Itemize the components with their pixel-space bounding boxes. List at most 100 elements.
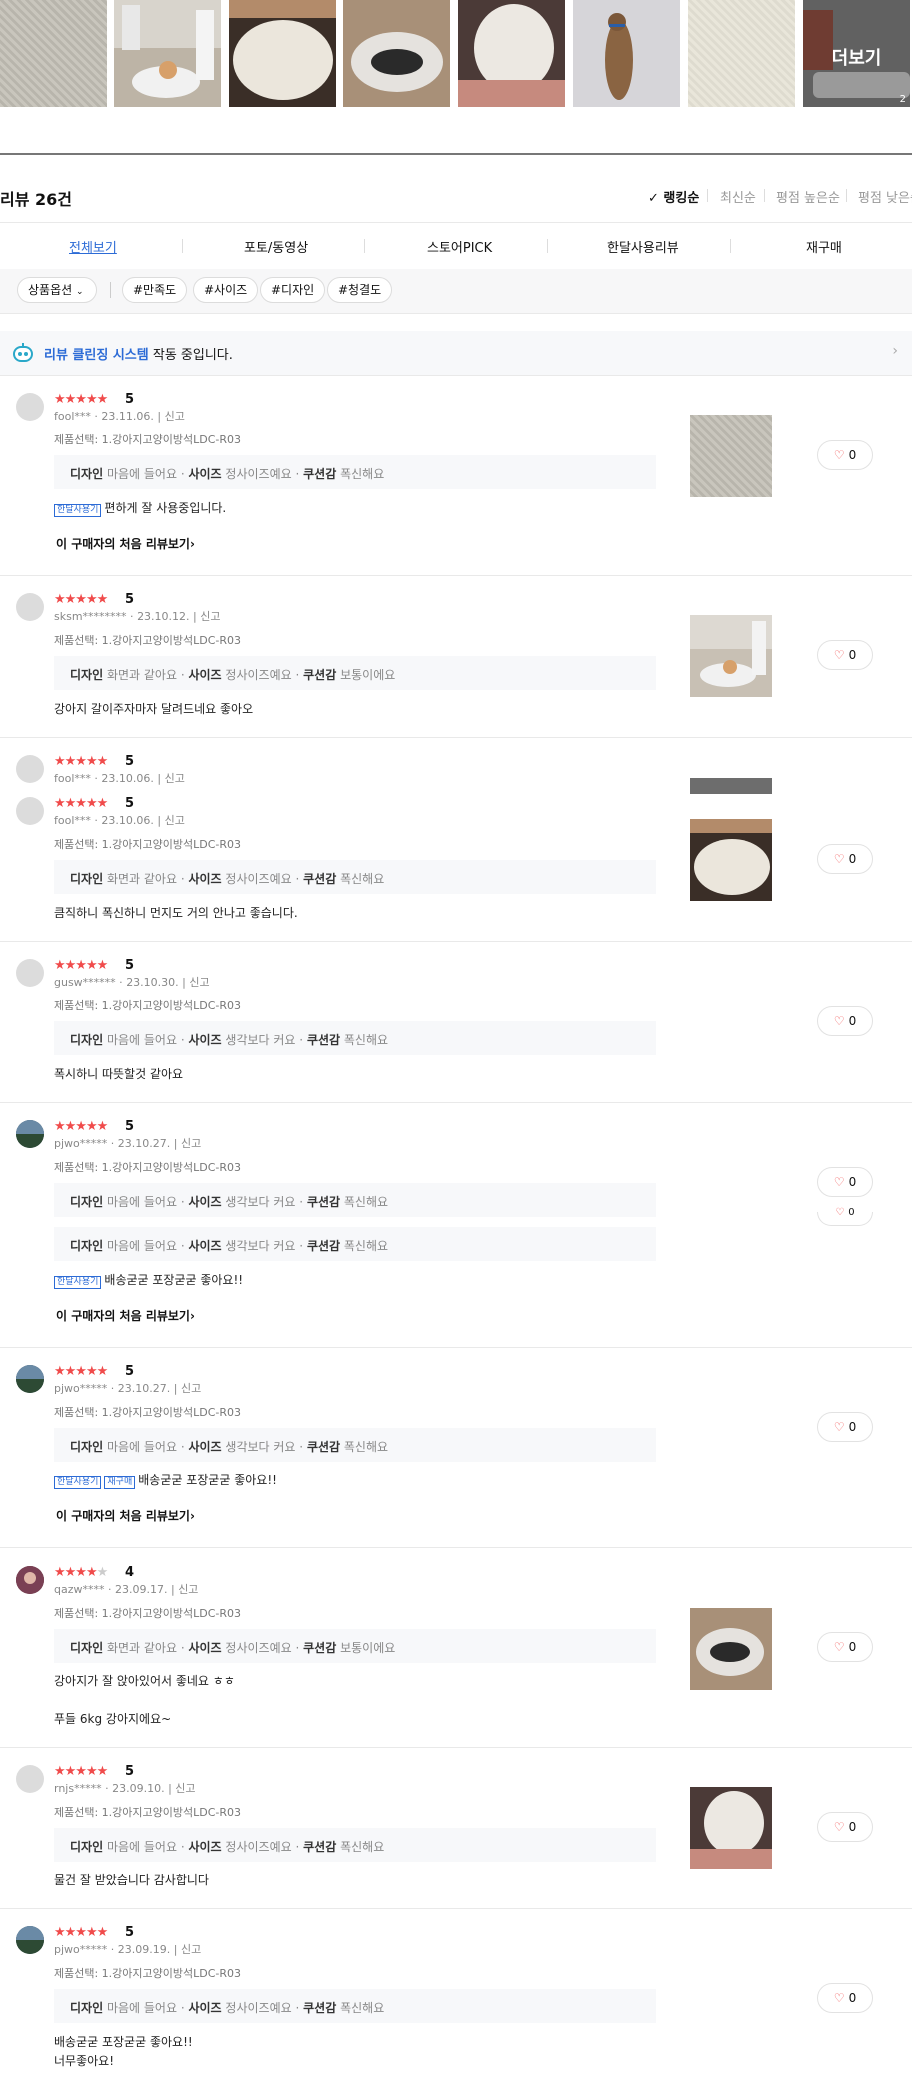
- badge-month-use: 한달사용기: [54, 504, 102, 517]
- tag-size[interactable]: #사이즈: [193, 277, 259, 303]
- rating-score: 5: [125, 1364, 135, 1379]
- review-photo-2[interactable]: [114, 0, 221, 107]
- reviewer-id: fool***: [54, 410, 91, 423]
- like-button[interactable]: ♡ 0: [817, 440, 873, 470]
- review-photo-7[interactable]: [688, 0, 795, 107]
- review-text: 강아지가 잘 앉아있어서 좋네요 ㅎㅎ: [54, 1674, 235, 1688]
- tag-design[interactable]: #디자인: [260, 277, 326, 303]
- report-link[interactable]: 신고: [189, 976, 209, 989]
- review-thumbnail[interactable]: [690, 1608, 772, 1690]
- like-button[interactable]: ♡ 0: [817, 640, 873, 670]
- like-button[interactable]: ♡ 0: [817, 1006, 873, 1036]
- review-photo-6[interactable]: [573, 0, 680, 107]
- report-link[interactable]: 신고: [175, 1782, 195, 1795]
- avatar: [16, 755, 44, 783]
- tab-store-pick[interactable]: 스토어PICK: [427, 237, 492, 256]
- tag-satisfaction[interactable]: #만족도: [122, 277, 188, 303]
- first-review-link[interactable]: 이 구매자의 처음 리뷰보기›: [56, 1307, 195, 1324]
- divider: [0, 1102, 912, 1103]
- review-attributes: 디자인 화면과 같아요 · 사이즈 정사이즈예요 · 쿠션감 폭신해요: [54, 860, 656, 894]
- rating-score: 5: [125, 1119, 135, 1134]
- product-option-dropdown[interactable]: 상품옵션 ⌄: [17, 277, 97, 303]
- thumbs-up-icon: ♡: [833, 1640, 845, 1654]
- report-link[interactable]: 신고: [181, 1137, 201, 1150]
- more-photos-button[interactable]: 더보기 2: [803, 0, 910, 107]
- report-link[interactable]: 신고: [181, 1943, 201, 1956]
- tab-rebuy[interactable]: 재구매: [806, 237, 842, 256]
- tab-photo-video[interactable]: 포토/동영상: [244, 237, 308, 256]
- like-button[interactable]: ♡ 0: [817, 1632, 873, 1662]
- review-text: 큼직하니 폭신하니 먼지도 거의 안나고 좋습니다.: [54, 906, 298, 920]
- review-attributes: 디자인 마음에 들어요 · 사이즈 정사이즈예요 · 쿠션감 폭신해요: [54, 455, 656, 489]
- review-thumbnail[interactable]: [690, 778, 772, 794]
- review-thumbnail[interactable]: [690, 615, 772, 697]
- review-photo-5[interactable]: [458, 0, 565, 107]
- star-rating: ★★★★★: [54, 796, 108, 811]
- thumbs-up-icon: ♡: [833, 1420, 845, 1434]
- report-link[interactable]: 신고: [181, 1382, 201, 1395]
- divider: [0, 575, 912, 576]
- thumbs-up-icon: ♡: [833, 1991, 845, 2005]
- product-option: 제품선택: 1.강아지고양이방석LDC-R03: [54, 1967, 242, 1980]
- report-link[interactable]: 신고: [165, 772, 185, 785]
- thumbs-up-icon: ♡: [833, 648, 845, 662]
- divider: [0, 737, 912, 738]
- chevron-down-icon: ⌄: [76, 287, 84, 297]
- product-option: 제품선택: 1.강아지고양이방석LDC-R03: [54, 1806, 242, 1819]
- cleansing-notice[interactable]: 리뷰 클린징 시스템 작동 중입니다. ›: [0, 331, 912, 375]
- product-option-label: 상품옵션: [28, 283, 73, 297]
- more-photos-label: 더보기: [831, 48, 882, 69]
- rating-score: 5: [125, 754, 135, 769]
- divider: [0, 1747, 912, 1748]
- review-thumbnail[interactable]: [690, 819, 772, 901]
- sort-divider: [764, 189, 765, 202]
- divider: [0, 222, 912, 223]
- like-button[interactable]: ♡ 0: [817, 844, 873, 874]
- product-option: 제품선택: 1.강아지고양이방석LDC-R03: [54, 1607, 242, 1620]
- review-meta: pjwo***** · 23.09.19. | 신고: [54, 1943, 202, 1956]
- star-rating: ★★★★★: [54, 592, 108, 607]
- tab-all[interactable]: 전체보기: [69, 237, 117, 256]
- sort-rating-low[interactable]: 평점 낮은순: [858, 187, 912, 206]
- star-rating: ★★★★★: [54, 1364, 108, 1379]
- report-link[interactable]: 신고: [165, 410, 185, 423]
- tab-monthly-review[interactable]: 한달사용리뷰: [607, 237, 679, 256]
- divider: [0, 1347, 912, 1348]
- first-review-link[interactable]: 이 구매자의 처음 리뷰보기›: [56, 535, 195, 552]
- review-photo-3[interactable]: [229, 0, 336, 107]
- rating-score: 5: [125, 958, 135, 973]
- report-link[interactable]: 신고: [165, 814, 185, 827]
- sort-ranking[interactable]: ✓ 랭킹순: [648, 187, 699, 206]
- divider: [0, 375, 912, 376]
- first-review-link[interactable]: 이 구매자의 처음 리뷰보기›: [56, 1507, 195, 1524]
- sort-rating-high[interactable]: 평점 높은순: [776, 187, 840, 206]
- review-meta: gusw****** · 23.10.30. | 신고: [54, 976, 210, 989]
- star-rating: ★★★★★: [54, 392, 108, 407]
- review-meta: fool*** · 23.10.06. | 신고: [54, 772, 185, 785]
- product-option: 제품선택: 1.강아지고양이방석LDC-R03: [54, 1406, 242, 1419]
- review-text: 강아지 갈이주자마자 달려드네요 좋아오: [54, 702, 254, 716]
- thumbs-up-icon: ♡: [833, 1175, 845, 1189]
- sort-latest[interactable]: 최신순: [720, 187, 756, 206]
- thumbs-up-icon: ♡: [833, 1820, 845, 1834]
- like-button[interactable]: ♡ 0: [817, 1812, 873, 1842]
- report-link[interactable]: 신고: [200, 610, 220, 623]
- product-option: 제품선택: 1.강아지고양이방석LDC-R03: [54, 433, 242, 446]
- section-divider: [0, 153, 912, 155]
- review-meta: rnjs***** · 23.09.10. | 신고: [54, 1782, 196, 1795]
- like-button[interactable]: ♡ 0: [817, 1983, 873, 2013]
- review-photo-1[interactable]: [0, 0, 107, 107]
- report-link[interactable]: 신고: [178, 1583, 198, 1596]
- tag-cleanliness[interactable]: #청결도: [327, 277, 393, 303]
- review-photo-4[interactable]: [343, 0, 450, 107]
- star-rating: ★★★★★: [54, 1764, 108, 1779]
- like-button[interactable]: ♡ 0: [817, 1412, 873, 1442]
- review-thumbnail[interactable]: [690, 1787, 772, 1869]
- like-button[interactable]: ♡ 0: [817, 1167, 873, 1197]
- tab-divider: [364, 239, 365, 253]
- review-thumbnail[interactable]: [690, 415, 772, 497]
- like-button[interactable]: ♡ 0: [817, 1208, 873, 1226]
- rating-score: 5: [125, 592, 135, 607]
- notice-text: 작동 중입니다.: [152, 348, 233, 363]
- review-text: 한달사용기 재구매 배송굳굳 포장굳굳 좋아요!!: [54, 1472, 277, 1489]
